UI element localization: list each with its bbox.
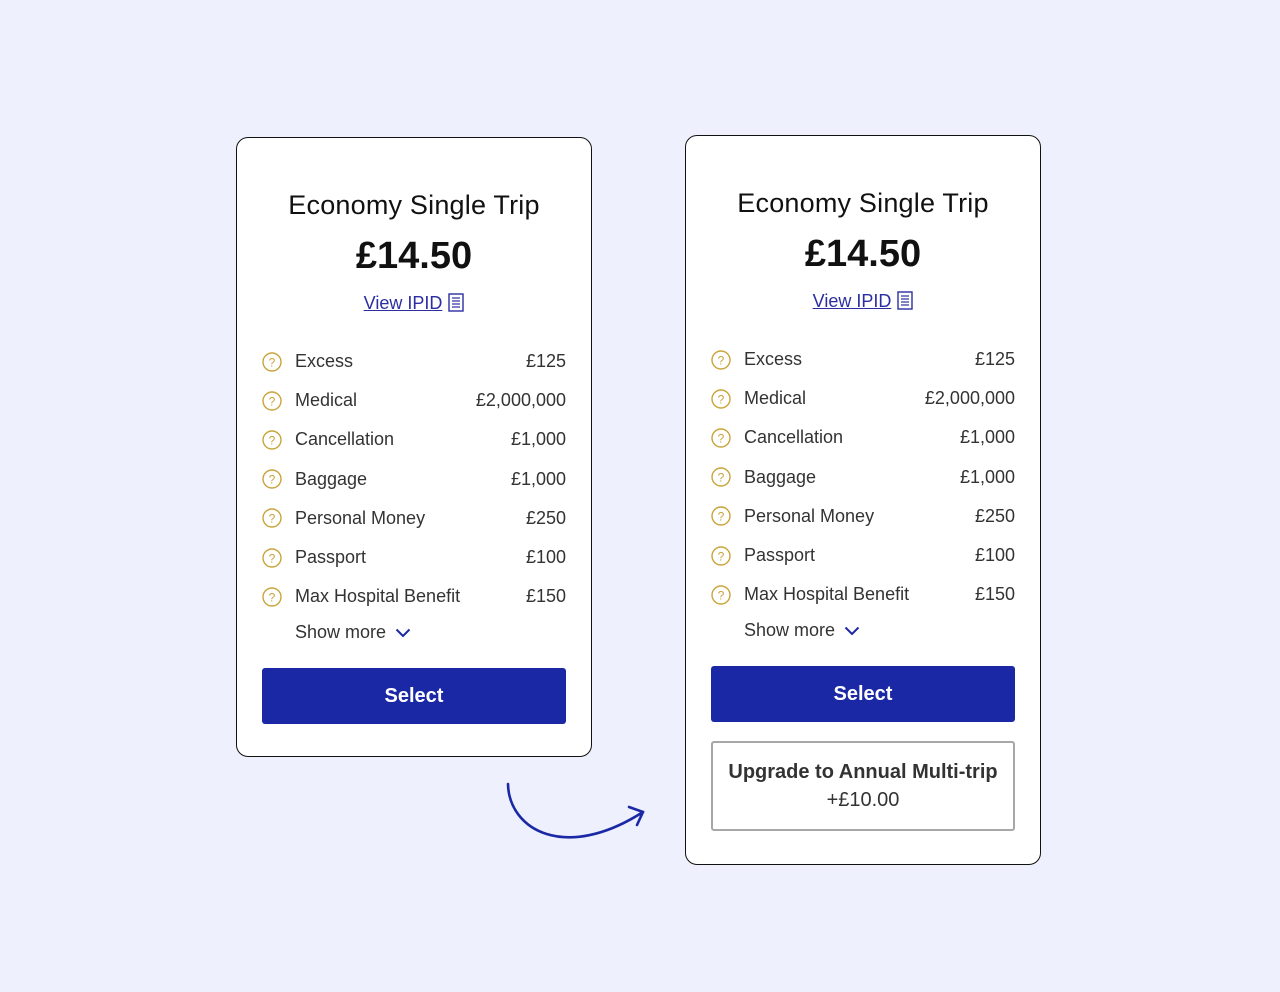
coverage-label: Excess [295,351,354,372]
upgrade-price: +£10.00 [826,789,900,811]
svg-text:?: ? [269,394,276,408]
view-ipid-link[interactable]: View IPID [364,293,443,313]
coverage-label: Medical [744,388,807,409]
svg-text:?: ? [269,473,276,487]
chevron-down-icon [395,628,411,637]
svg-text:?: ? [269,551,276,565]
plan-price: £14.50 [804,233,922,275]
plan-title: Economy Single Trip [737,188,989,218]
coverage-value: £125 [525,351,566,372]
coverage-label: Passport [744,545,816,566]
coverage-label: Personal Money [744,505,875,526]
coverage-label: Max Hospital Benefit [295,586,461,607]
document-icon[interactable] [448,293,465,317]
help-icon[interactable]: ? [262,430,282,450]
coverage-list: ? Excess £125 ? Medical £2,000,000 ? Can… [711,340,1015,614]
help-icon[interactable]: ? [262,391,282,411]
coverage-value: £1,000 [959,466,1015,487]
svg-text:?: ? [269,512,276,526]
help-icon[interactable]: ? [711,467,731,487]
coverage-row-excess: ? Excess £125 [262,342,566,381]
plan-title: Economy Single Trip [288,190,540,220]
view-ipid-link[interactable]: View IPID [813,291,892,311]
svg-text:?: ? [718,588,725,602]
coverage-label: Baggage [744,466,817,487]
coverage-label: Medical [295,390,358,411]
coverage-row-cancellation: ? Cancellation £1,000 [262,420,566,459]
plan-price: £14.50 [355,235,473,277]
coverage-row-medical: ? Medical £2,000,000 [711,379,1015,418]
coverage-row-personal-money: ? Personal Money £250 [711,497,1015,536]
curved-arrow-icon [506,782,645,839]
help-icon[interactable]: ? [711,585,731,605]
coverage-row-excess: ? Excess £125 [711,340,1015,379]
coverage-value: £2,000,000 [475,390,566,411]
coverage-value: £250 [525,507,566,528]
coverage-row-medical: ? Medical £2,000,000 [262,381,566,420]
coverage-value: £1,000 [510,429,566,450]
svg-text:?: ? [269,355,276,369]
select-button[interactable]: Select [711,666,1015,722]
coverage-row-baggage: ? Baggage £1,000 [262,460,566,499]
coverage-value: £100 [525,547,566,568]
show-more-label: Show more [744,620,836,640]
help-icon[interactable]: ? [262,587,282,607]
upgrade-label: Upgrade to Annual Multi-trip [728,761,998,783]
help-icon[interactable]: ? [262,469,282,489]
policy-card-original: Economy Single Trip £14.50 View IPID ? E… [236,137,592,757]
help-icon[interactable]: ? [262,508,282,529]
upgrade-annual-button[interactable]: Upgrade to Annual Multi-trip +£10.00 [711,741,1015,831]
svg-text:?: ? [269,590,276,604]
help-icon[interactable]: ? [711,545,731,566]
show-more-label: Show more [295,622,387,642]
help-icon[interactable]: ? [711,389,731,409]
policy-card-with-upgrade: Economy Single Trip £14.50 View IPID ? E… [685,135,1041,865]
coverage-list: ? Excess £125 ? Medical £2,000,000 ? Can… [262,342,566,616]
svg-text:?: ? [718,510,725,524]
coverage-label: Passport [295,547,367,568]
coverage-value: £150 [974,584,1015,605]
coverage-value: £1,000 [959,427,1015,448]
coverage-row-baggage: ? Baggage £1,000 [711,458,1015,497]
coverage-label: Max Hospital Benefit [744,584,910,605]
svg-text:?: ? [718,549,725,563]
help-icon[interactable]: ? [711,428,731,448]
help-icon[interactable]: ? [711,349,731,370]
coverage-value: £125 [974,349,1015,370]
show-more-toggle[interactable]: Show more [744,620,860,641]
coverage-label: Baggage [295,468,368,489]
svg-text:?: ? [718,353,725,367]
coverage-label: Cancellation [295,429,395,450]
help-icon[interactable]: ? [711,506,731,527]
coverage-value: £250 [974,505,1015,526]
show-more-toggle[interactable]: Show more [295,622,411,643]
svg-text:?: ? [269,433,276,447]
coverage-row-passport: ? Passport £100 [262,538,566,577]
chevron-down-icon [844,626,860,635]
coverage-value: £150 [525,586,566,607]
coverage-label: Cancellation [744,427,844,448]
help-icon[interactable]: ? [262,547,282,568]
help-icon[interactable]: ? [262,351,282,372]
svg-text:?: ? [718,431,725,445]
coverage-label: Personal Money [295,507,426,528]
coverage-row-max-hospital-benefit: ? Max Hospital Benefit £150 [711,575,1015,614]
coverage-value: £100 [974,545,1015,566]
coverage-row-personal-money: ? Personal Money £250 [262,499,566,538]
coverage-label: Excess [744,349,803,370]
document-icon[interactable] [897,291,914,315]
coverage-value: £1,000 [510,468,566,489]
coverage-row-cancellation: ? Cancellation £1,000 [711,418,1015,457]
coverage-row-passport: ? Passport £100 [711,536,1015,575]
svg-text:?: ? [718,392,725,406]
select-button[interactable]: Select [262,668,566,724]
coverage-value: £2,000,000 [924,388,1015,409]
coverage-row-max-hospital-benefit: ? Max Hospital Benefit £150 [262,577,566,616]
svg-text:?: ? [718,471,725,485]
